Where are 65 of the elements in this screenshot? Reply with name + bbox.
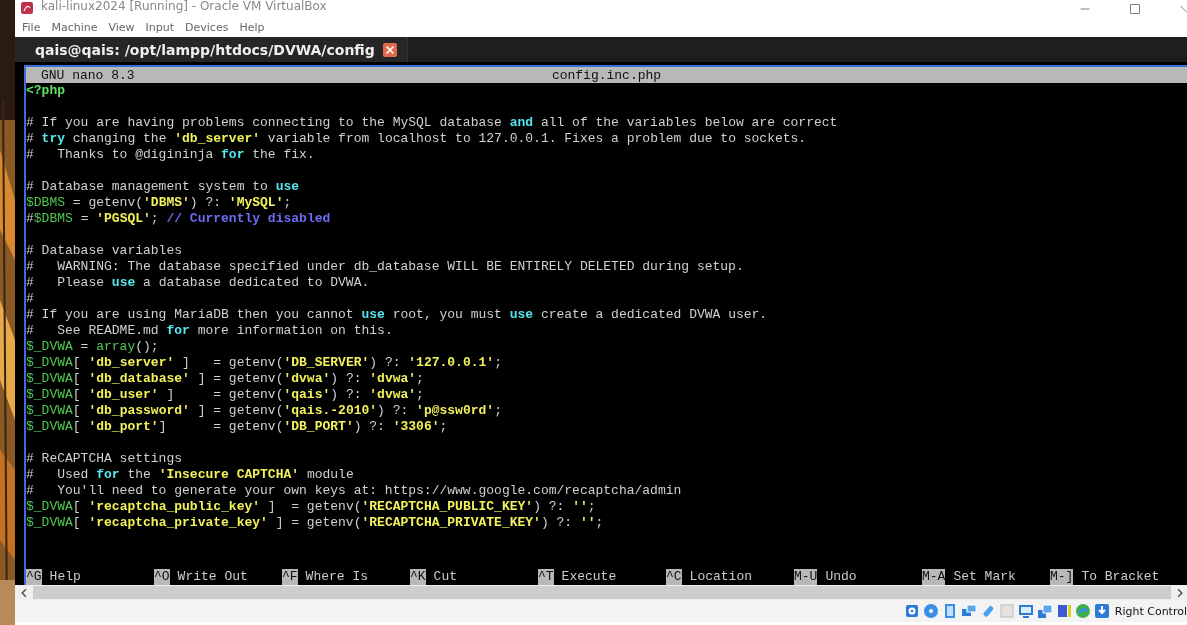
scroll-left-icon[interactable] (19, 587, 29, 598)
code-line: $_DVWA[ 'db_port'] = getenv('DB_PORT') ?: '3306'; (26, 419, 449, 435)
tab-title: qais@qais: /opt/lampp/htdocs/DVWA/config (35, 41, 375, 58)
windows-icon[interactable] (1036, 603, 1053, 619)
shortcut-label: Write Out (177, 569, 248, 585)
menu-item[interactable]: Devices (182, 20, 237, 34)
code-line: $_DVWA[ 'recaptcha_public_key' ] = getenv('RECAPTCHA_PUBLIC_KEY') ?: ''; (26, 499, 597, 515)
shortcut-key: M-] (1050, 569, 1074, 585)
terminal-tab[interactable]: qais@qais: /opt/lampp/htdocs/DVWA/config (15, 37, 408, 62)
chip-icon[interactable] (1055, 603, 1072, 619)
code-line: $_DVWA[ 'db_server' ] = getenv('DB_SERVER') ?: '127.0.0.1'; (26, 355, 503, 371)
shortcut-label: Cut (433, 569, 457, 585)
maximize-icon[interactable] (1130, 3, 1140, 14)
code-line: $_DVWA[ 'db_database' ] = getenv('dvwa') ?: 'dvwa'; (26, 371, 425, 387)
code-line: #$DBMS = 'PGSQL'; // Currently disabled (26, 211, 332, 227)
scrollbar-thumb[interactable] (33, 586, 1171, 599)
monitors-icon[interactable] (960, 603, 977, 619)
code-line: # ReCAPTCHA settings (26, 451, 184, 467)
download-icon[interactable] (1093, 603, 1110, 619)
code-line: $_DVWA[ 'db_user' ] = getenv('qais') ?: 'dvwa'; (26, 387, 425, 403)
menu-item[interactable]: Help (236, 20, 273, 34)
code-line: # Database management system to use (26, 179, 301, 195)
host-key-label: Right Control (1114, 604, 1187, 618)
code-line: # If you are using MariaDB then you cannot use root, you must use create a dedicated DVWA user. (26, 307, 769, 323)
code-line: # If you are having problems connecting to the MySQL database and all of the variables below are correct (26, 115, 839, 131)
code-line: $_DVWA[ 'db_password' ] = getenv('qais.-2010') ?: 'p@ssw0rd'; (26, 403, 503, 419)
code-line: $DBMS = getenv('DBMS') ?: 'MySQL'; (26, 195, 293, 211)
code-line: # Used for the 'Insecure CAPTCHA' module (26, 467, 355, 483)
shortcut-label: Help (49, 569, 81, 585)
code-line: $_DVWA[ 'recaptcha_private_key' ] = getenv('RECAPTCHA_PRIVATE_KEY') ?: ''; (26, 515, 605, 531)
code-line: # You'll need to generate your own keys at: https://www.google.com/recaptcha/admin (26, 483, 683, 499)
shortcut-label: Set Mark (953, 569, 1016, 585)
globe-icon[interactable] (1074, 603, 1091, 619)
shortcut-label: To Bracket (1081, 569, 1160, 585)
window-title: kali-linux2024 [Running] - Oracle VM VirtualBox (41, 0, 327, 13)
shortcut-key: M-U (794, 569, 818, 585)
file-name: config.inc.php (551, 67, 662, 83)
code-line: # (26, 291, 35, 307)
menu-item[interactable]: View (105, 20, 143, 34)
code-line: # try changing the 'db_server' variable from localhost to 127.0.0.1. Fixes a problem due to sockets. (26, 131, 808, 147)
menu-item[interactable]: Machine (48, 20, 106, 34)
shortcut-label: Execute (561, 569, 617, 585)
optical-disc-icon[interactable] (922, 603, 939, 619)
code-line: # See README.md for more information on this. (26, 323, 394, 339)
shortcut-key: ^K (410, 569, 426, 585)
shortcut-label: Location (689, 569, 753, 585)
shortcut-key: M-A (922, 569, 946, 585)
shortcut-key: ^O (154, 569, 170, 585)
shortcut-label: Undo (825, 569, 857, 585)
editor-version: GNU nano 8.3 (41, 67, 135, 83)
shortcut-key: ^T (538, 569, 554, 585)
code-line: # WARNING: The database specified under db_database WILL BE ENTIRELY DELETED during setup. (26, 259, 745, 275)
shortcut-key: ^G (26, 569, 42, 585)
menu-item[interactable]: Input (142, 20, 183, 34)
code-line: # Please use a database dedicated to DVWA. (26, 275, 371, 291)
code-line: # Database variables (26, 243, 184, 259)
shortcut-key: ^F (282, 569, 298, 585)
code-line: $_DVWA = array(); (26, 339, 160, 355)
shortcut-key: ^C (666, 569, 682, 585)
display-icon[interactable] (1017, 603, 1034, 619)
code-line: <?php (26, 83, 66, 99)
scroll-right-icon[interactable] (1175, 587, 1185, 598)
menu-item[interactable]: File (19, 20, 49, 34)
code-line: # Thanks to @digininja for the fix. (26, 147, 316, 163)
shortcut-label: Where Is (305, 569, 369, 585)
